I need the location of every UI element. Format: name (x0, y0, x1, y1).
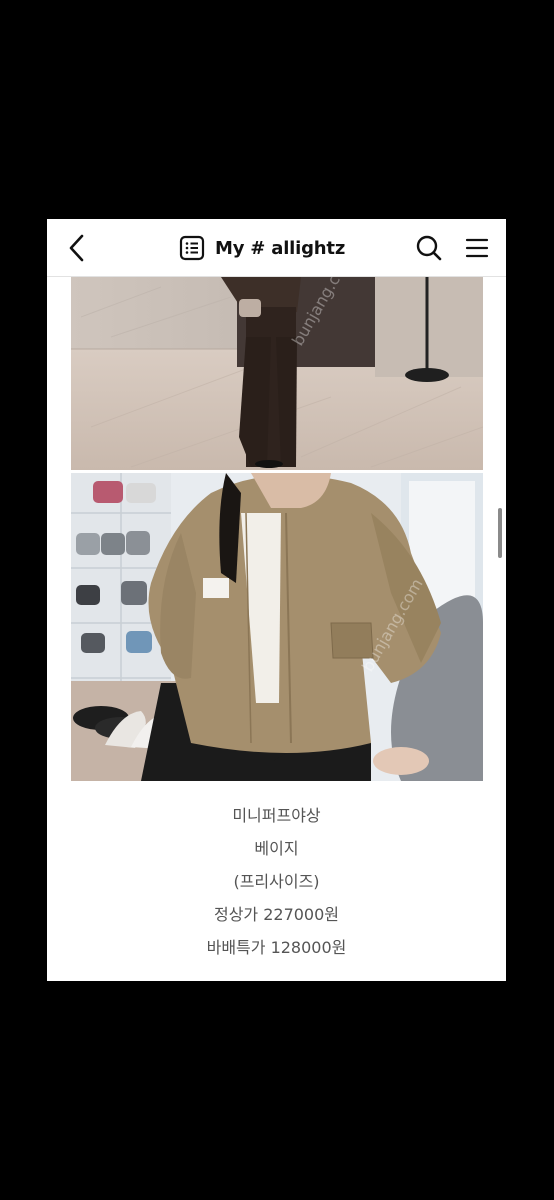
list-icon (179, 235, 205, 261)
menu-button[interactable] (461, 231, 493, 265)
shop-title-button[interactable]: My # allightz (179, 231, 345, 265)
product-photo-2[interactable]: bunjang.com (71, 473, 483, 781)
product-photo-1[interactable]: bunjang.com (71, 277, 483, 470)
app-header: My # allightz (47, 219, 506, 277)
page-title: My # allightz (215, 237, 346, 259)
phone-screen: My # allightz bunjang.com bunjang.com 미니… (47, 219, 506, 981)
search-icon (416, 235, 442, 261)
search-button[interactable] (413, 231, 445, 265)
chevron-left-icon (69, 234, 84, 262)
product-name: 미니퍼프야상 (232, 806, 321, 825)
sale-price: 바배특가 128000원 (206, 938, 347, 957)
product-color: 베이지 (254, 839, 299, 858)
hamburger-menu-icon (465, 238, 489, 258)
scrollbar[interactable] (498, 508, 502, 558)
regular-price: 정상가 227000원 (213, 905, 340, 924)
back-button[interactable] (61, 231, 93, 265)
product-size: (프리사이즈) (233, 872, 320, 891)
product-description: 미니퍼프야상 베이지 (프리사이즈) 정상가 227000원 바배특가 1280… (47, 799, 506, 964)
post-content[interactable]: bunjang.com bunjang.com 미니퍼프야상 베이지 (프리사이… (47, 277, 506, 981)
